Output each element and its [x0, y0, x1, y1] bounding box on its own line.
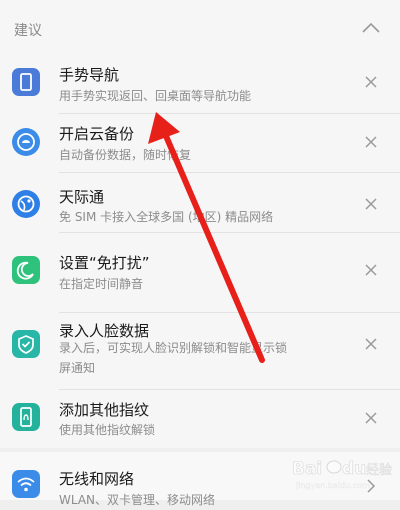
suggestion-item-skytone[interactable]: 天际通 免 SIM 卡接入全球多国 (地区) 精品网络 [0, 174, 400, 233]
globe-icon [12, 190, 40, 218]
close-icon[interactable] [363, 410, 379, 426]
suggestion-item-face-data[interactable]: 录入人脸数据 录入后，可实现人脸识别解锁和智能显示锁 屏通知 [0, 314, 400, 390]
suggestion-item-add-fingerprint[interactable]: 添加其他指纹 使用其他指纹解锁 [0, 391, 400, 448]
divider [59, 389, 400, 390]
divider [59, 232, 400, 233]
suggestion-item-cloud-backup[interactable]: 开启云备份 自动备份数据，随时恢复 [0, 115, 400, 173]
item-subtitle-line1: 录入后，可实现人脸识别解锁和智能显示锁 [59, 341, 288, 355]
item-title: 添加其他指纹 [59, 401, 150, 419]
item-title: 设置“免打扰” [59, 254, 150, 272]
section-title: 建议 [14, 23, 42, 39]
close-icon[interactable] [363, 262, 379, 278]
svg-text:Bai: Bai [292, 459, 322, 479]
item-title: 开启云备份 [59, 125, 135, 143]
item-title: 无线和网络 [59, 470, 135, 488]
svg-text:du: du [342, 459, 366, 479]
face-shield-icon [12, 330, 40, 358]
svg-text:经验: 经验 [366, 462, 392, 478]
watermark-logo: Bai du 经验 jingyan.baidu.com [290, 452, 394, 492]
divider [59, 113, 400, 114]
close-icon[interactable] [363, 74, 379, 90]
svg-text:jingyan.baidu.com: jingyan.baidu.com [295, 481, 370, 490]
suggestion-item-gesture-nav[interactable]: 手势导航 用手势实现返回、回桌面等导航功能 [0, 56, 400, 114]
section-header: 建议 [0, 0, 400, 56]
suggestions-panel: 建议 手势导航 用手势实现返回、回桌面等导航功能 开启云备份 自动备份数据，随时… [0, 0, 400, 448]
divider [59, 312, 400, 313]
item-subtitle: 自动备份数据，随时恢复 [59, 148, 192, 162]
item-subtitle: 使用其他指纹解锁 [59, 423, 156, 437]
chevron-up-icon[interactable] [360, 20, 382, 36]
close-icon[interactable] [363, 336, 379, 352]
item-subtitle: 用手势实现返回、回桌面等导航功能 [59, 89, 252, 103]
wifi-icon [12, 470, 40, 498]
close-icon[interactable] [363, 134, 379, 150]
phone-frame-icon [12, 68, 40, 96]
moon-icon [12, 256, 40, 284]
item-title: 手势导航 [59, 66, 120, 84]
item-title: 天际通 [59, 188, 105, 206]
close-icon[interactable] [363, 196, 379, 212]
item-subtitle: 免 SIM 卡接入全球多国 (地区) 精品网络 [59, 210, 274, 224]
suggestion-item-do-not-disturb[interactable]: 设置“免打扰” 在指定时间静音 [0, 234, 400, 313]
divider [59, 172, 400, 173]
fingerprint-phone-icon [12, 403, 40, 431]
item-subtitle: WLAN、双卡管理、移动网络 [59, 493, 216, 507]
cloud-backup-icon [12, 128, 40, 156]
item-subtitle-line2: 屏通知 [59, 361, 96, 375]
item-subtitle: 在指定时间静音 [59, 277, 144, 291]
